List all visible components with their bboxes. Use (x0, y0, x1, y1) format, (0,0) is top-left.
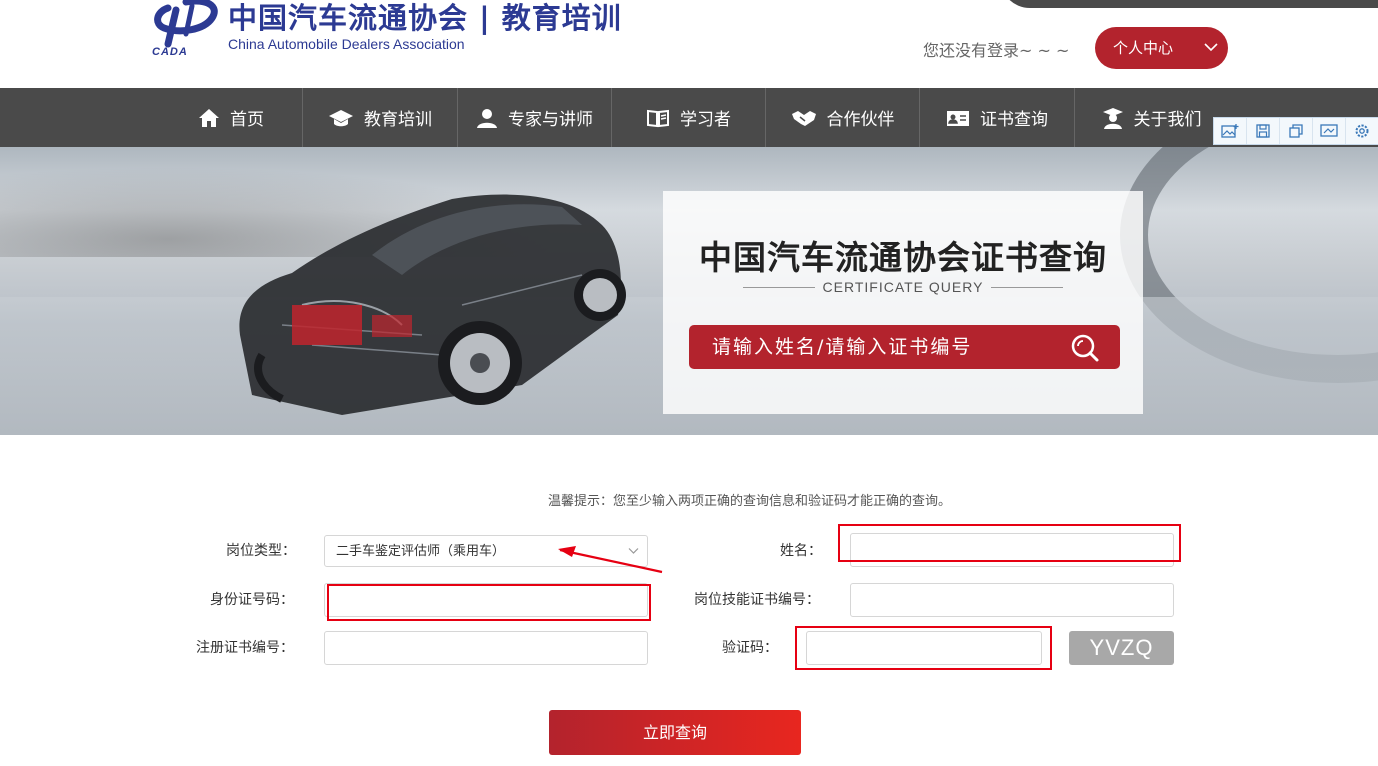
handshake-icon (791, 110, 816, 126)
nav-item-learners[interactable]: 学习者 (612, 88, 765, 147)
nav-label: 首页 (230, 110, 264, 130)
name-label: 姓名： (780, 543, 822, 559)
search-icon[interactable] (1070, 333, 1100, 363)
main-nav: 首页 教育培训 专家与讲师 学习者 合作伙伴 证书查询 关于我们 (0, 88, 1378, 147)
logo-title-cn: 中国汽车流通协会 | 教育培训 (228, 1, 622, 35)
copy-icon (1289, 124, 1303, 138)
image-add-icon (1221, 124, 1239, 138)
query-title: 中国汽车流通协会证书查询 (699, 238, 1107, 277)
nav-label: 专家与讲师 (508, 110, 593, 130)
certificate-icon (947, 110, 969, 126)
annotation-box-id (327, 584, 651, 621)
image-add-button[interactable] (1214, 118, 1247, 144)
captcha-label: 验证码： (722, 640, 778, 656)
chevron-down-icon (1204, 43, 1218, 52)
position-type-label: 岗位类型： (226, 543, 296, 559)
banner-search-input[interactable]: 请输入姓名/请输入证书编号 (689, 325, 1120, 369)
subtitle-line-right (991, 287, 1063, 288)
nav-item-experts[interactable]: 专家与讲师 (458, 88, 611, 147)
floating-toolbar (1213, 117, 1378, 145)
site-header: CADA 中国汽车流通协会 | 教育培训 China Automobile De… (0, 0, 1378, 88)
reg-cert-label: 注册证书编号： (196, 640, 294, 656)
certificate-query-panel: 中国汽车流通协会证书查询 CERTIFICATE QUERY 请输入姓名/请输入… (663, 191, 1143, 414)
id-number-label: 身份证号码： (210, 592, 294, 608)
query-tip: 温馨提示：您至少输入两项正确的查询信息和验证码才能正确的查询。 (548, 494, 952, 509)
car-xray-image (239, 194, 626, 415)
nav-label: 合作伙伴 (826, 110, 895, 130)
screenshot-icon (1320, 124, 1338, 137)
login-hint: 您还没有登录~ ~ ~ (923, 41, 1070, 60)
nav-item-about[interactable]: 关于我们 (1075, 88, 1228, 147)
search-placeholder: 请输入姓名/请输入证书编号 (712, 336, 973, 358)
annotation-box-captcha (795, 626, 1052, 670)
logo-title-en: China Automobile Dealers Association (228, 36, 465, 52)
annotation-box-name (838, 524, 1181, 562)
nav-item-education[interactable]: 教育培训 (303, 88, 457, 147)
nav-label: 关于我们 (1133, 110, 1202, 130)
book-icon (647, 109, 669, 127)
annotation-arrow (558, 546, 663, 574)
nav-label: 教育培训 (364, 110, 432, 130)
nav-label: 证书查询 (980, 110, 1048, 130)
reg-cert-input[interactable] (324, 631, 648, 665)
top-decor-bar (1000, 0, 1378, 8)
nav-item-partners[interactable]: 合作伙伴 (766, 88, 919, 147)
site-logo[interactable]: CADA 中国汽车流通协会 | 教育培训 China Automobile De… (146, 0, 646, 64)
submit-query-button[interactable]: 立即查询 (549, 710, 801, 755)
nav-item-home[interactable]: 首页 (160, 88, 302, 147)
hero-banner: 中国汽车流通协会证书查询 CERTIFICATE QUERY 请输入姓名/请输入… (0, 147, 1378, 435)
person-icon (477, 108, 497, 128)
nav-label: 学习者 (680, 110, 731, 130)
save-icon (1256, 124, 1270, 138)
user-center-label: 个人中心 (1113, 39, 1174, 57)
screenshot-button[interactable] (1313, 118, 1346, 144)
home-icon (199, 108, 219, 127)
settings-icon (1355, 124, 1369, 138)
copy-button[interactable] (1280, 118, 1313, 144)
position-type-value: 二手车鉴定评估师（乘用车） (336, 544, 506, 559)
skill-cert-label: 岗位技能证书编号： (694, 592, 820, 608)
query-subtitle: CERTIFICATE QUERY (822, 279, 984, 295)
settings-button[interactable] (1346, 118, 1378, 144)
nav-item-certificate[interactable]: 证书查询 (920, 88, 1074, 147)
skill-cert-input[interactable] (850, 583, 1174, 617)
user-center-button[interactable]: 个人中心 (1095, 27, 1228, 69)
captcha-image[interactable]: YVZQ (1069, 631, 1174, 665)
graduate-person-icon (1102, 107, 1123, 129)
save-button[interactable] (1247, 118, 1280, 144)
graduation-cap-icon (329, 109, 353, 126)
logo-abbr: CADA (152, 46, 188, 58)
